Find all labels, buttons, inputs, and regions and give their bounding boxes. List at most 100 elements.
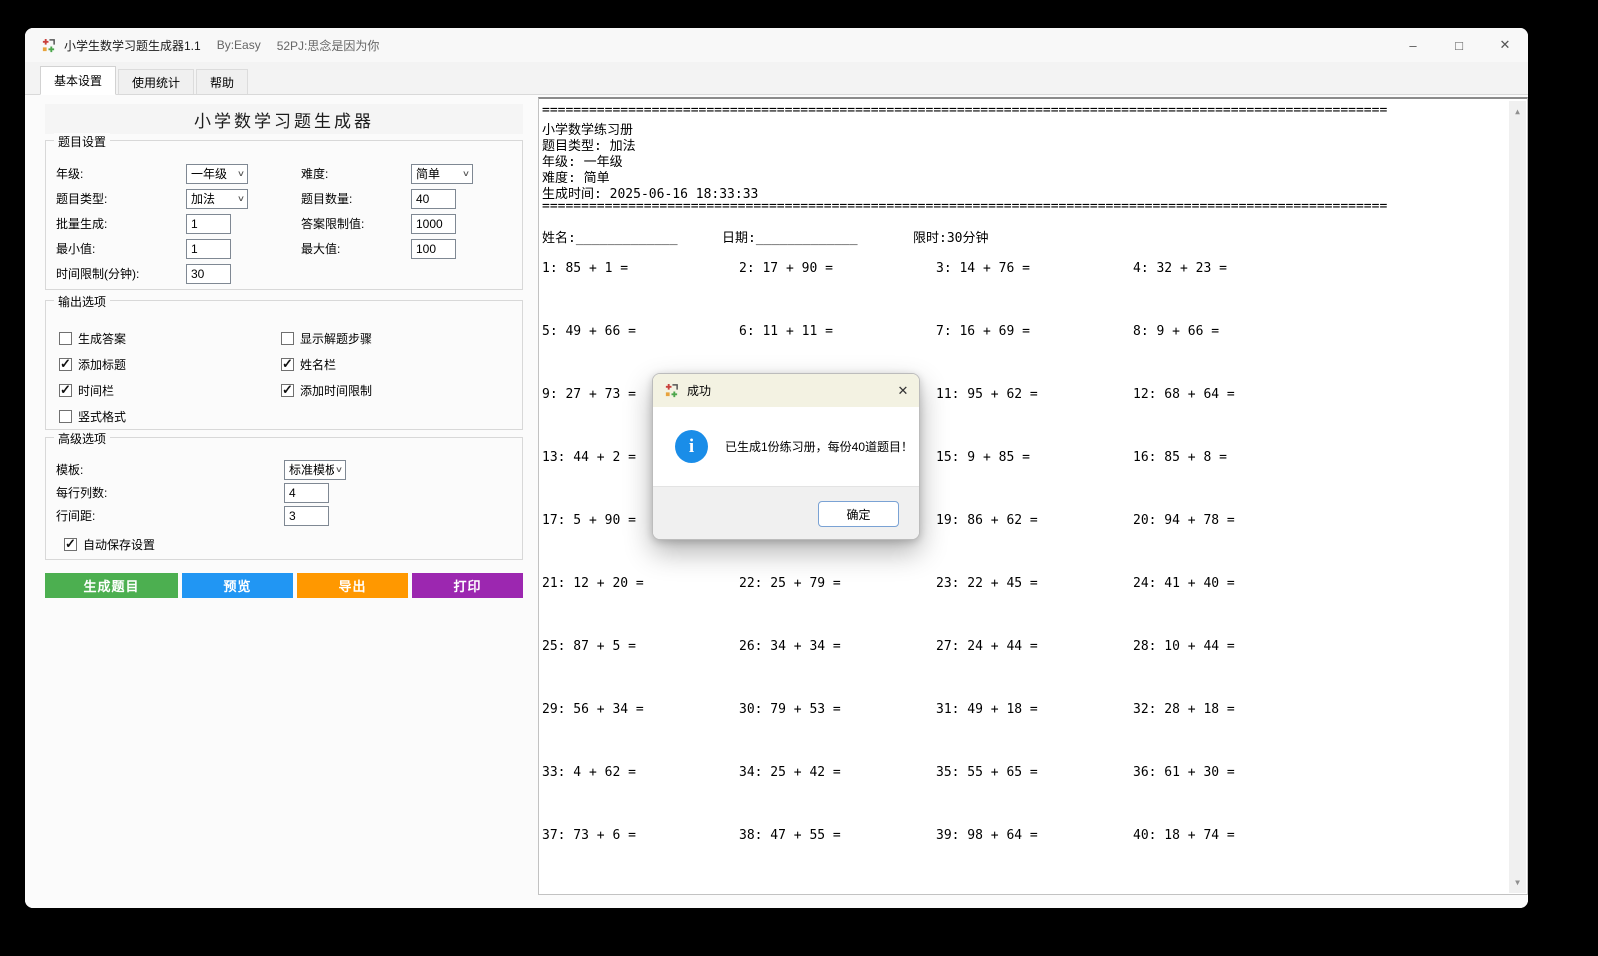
question-item: 32: 28 + 18 = <box>1133 702 1330 765</box>
question-item: 11: 95 + 62 = <box>936 387 1133 450</box>
columns-per-row-label: 每行列数: <box>56 484 284 501</box>
window-controls: – □ ✕ <box>1390 28 1528 62</box>
checkbox-show-steps-label: 显示解题步骤 <box>300 330 372 347</box>
tab-help[interactable]: 帮助 <box>196 69 248 94</box>
window-byline: By:Easy <box>217 38 261 52</box>
checkbox-add-title[interactable] <box>59 358 72 371</box>
worksheet-name-row: 姓名:_____________ 日期:_____________ 限时:30分… <box>542 227 1506 245</box>
dialog-body: i 已生成1份练习册，每份40道题目！ <box>653 407 919 486</box>
grade-select-value: 一年级 <box>191 165 236 182</box>
checkbox-add-time-limit[interactable] <box>281 384 294 397</box>
batch-input[interactable] <box>186 214 231 234</box>
checkbox-add-title-label: 添加标题 <box>78 356 126 373</box>
time-limit-text: 限时:30分钟 <box>913 227 988 245</box>
question-grid: 1: 85 + 1 = 2: 17 + 90 = 3: 14 + 76 = 4:… <box>542 261 1506 891</box>
name-blank-field: 姓名:_____________ <box>542 227 722 245</box>
dialog-message: 已生成1份练习册，每份40道题目！ <box>725 438 913 455</box>
action-buttons: 生成题目 预览 导出 打印 <box>45 573 523 598</box>
min-value-label: 最小值: <box>56 240 186 257</box>
preview-button[interactable]: 预览 <box>182 573 293 598</box>
question-item: 26: 34 + 34 = <box>739 639 936 702</box>
checkbox-show-steps[interactable] <box>281 332 294 345</box>
scrollbar-up-icon[interactable]: ▲ <box>1509 103 1526 120</box>
separator-line: ========================================… <box>542 199 1506 215</box>
settings-panel: 小学数学习题生成器 题目设置 年级: 一年级 ∨ 难度: 简单 ∨ <box>45 104 523 598</box>
checkbox-vertical-format[interactable] <box>59 410 72 423</box>
template-select-value: 标准模板 <box>289 461 334 478</box>
question-item: 27: 24 + 44 = <box>936 639 1133 702</box>
tab-usage-stats[interactable]: 使用统计 <box>118 69 194 94</box>
checkbox-time-column[interactable] <box>59 384 72 397</box>
answer-limit-input[interactable] <box>411 214 456 234</box>
minimize-button[interactable]: – <box>1390 28 1436 62</box>
panel-title: 小学数学习题生成器 <box>45 104 523 134</box>
app-icon <box>664 383 679 398</box>
chevron-down-icon: ∨ <box>335 465 343 474</box>
group-output-options: 输出选项 生成答案 显示解题步骤 添加标题 <box>45 300 523 430</box>
checkbox-time-column-label: 时间栏 <box>78 382 114 399</box>
separator-line: ========================================… <box>542 103 1506 119</box>
scrollbar-down-icon[interactable]: ▼ <box>1509 874 1526 891</box>
question-item: 31: 49 + 18 = <box>936 702 1133 765</box>
difficulty-select[interactable]: 简单 ∨ <box>411 164 473 184</box>
checkbox-generate-answers[interactable] <box>59 332 72 345</box>
question-item: 22: 25 + 79 = <box>739 576 936 639</box>
question-item: 23: 22 + 45 = <box>936 576 1133 639</box>
chevron-down-icon: ∨ <box>237 169 245 178</box>
info-icon: i <box>675 430 708 463</box>
checkbox-autosave[interactable] <box>64 538 77 551</box>
window-credit: 52PJ:思念是因为你 <box>277 37 380 54</box>
worksheet-grade: 年级: 一年级 <box>542 151 1506 167</box>
chevron-down-icon: ∨ <box>237 194 245 203</box>
vertical-scrollbar[interactable]: ▲ ▼ <box>1509 101 1526 893</box>
print-button[interactable]: 打印 <box>412 573 523 598</box>
worksheet-title: 小学数学练习册 <box>542 119 1506 135</box>
app-icon <box>41 38 56 53</box>
close-icon: ✕ <box>898 383 909 399</box>
time-limit-input[interactable] <box>186 264 231 284</box>
generate-button[interactable]: 生成题目 <box>45 573 178 598</box>
question-item: 29: 56 + 34 = <box>542 702 739 765</box>
question-item: 2: 17 + 90 = <box>739 261 936 324</box>
worksheet-type: 题目类型: 加法 <box>542 135 1506 151</box>
count-input[interactable] <box>411 189 456 209</box>
question-item: 28: 10 + 44 = <box>1133 639 1330 702</box>
ok-button[interactable]: 确定 <box>818 501 899 527</box>
type-select[interactable]: 加法 ∨ <box>186 189 248 209</box>
min-value-input[interactable] <box>186 239 231 259</box>
question-item: 39: 98 + 64 = <box>936 828 1133 891</box>
max-value-input[interactable] <box>411 239 456 259</box>
dialog-close-button[interactable]: ✕ <box>887 374 919 407</box>
columns-per-row-input[interactable] <box>284 483 329 503</box>
question-item: 34: 25 + 42 = <box>739 765 936 828</box>
batch-label: 批量生成: <box>56 215 186 232</box>
checkbox-add-time-limit-label: 添加时间限制 <box>300 382 372 399</box>
export-button[interactable]: 导出 <box>297 573 408 598</box>
row-spacing-input[interactable] <box>284 506 329 526</box>
question-item: 25: 87 + 5 = <box>542 639 739 702</box>
checkbox-autosave-label: 自动保存设置 <box>83 536 155 553</box>
dialog-title: 成功 <box>687 382 711 399</box>
maximize-button[interactable]: □ <box>1436 28 1482 62</box>
type-label: 题目类型: <box>56 190 186 207</box>
window-title: 小学生数学习题生成器1.1 <box>64 37 201 54</box>
checkbox-name-column[interactable] <box>281 358 294 371</box>
template-label: 模板: <box>56 461 284 478</box>
type-select-value: 加法 <box>191 190 236 207</box>
worksheet-generated-time: 生成时间: 2025-06-16 18:33:33 <box>542 183 1506 199</box>
group-question-settings-label: 题目设置 <box>54 133 110 150</box>
grade-select[interactable]: 一年级 ∨ <box>186 164 248 184</box>
checkbox-generate-answers-label: 生成答案 <box>78 330 126 347</box>
title-bar: 小学生数学习题生成器1.1 By:Easy 52PJ:思念是因为你 – □ ✕ <box>25 28 1528 62</box>
max-value-label: 最大值: <box>301 240 411 257</box>
question-item: 19: 86 + 62 = <box>936 513 1133 576</box>
tab-basic-settings[interactable]: 基本设置 <box>40 66 116 95</box>
close-button[interactable]: ✕ <box>1482 28 1528 62</box>
success-dialog: 成功 ✕ i 已生成1份练习册，每份40道题目！ 确定 <box>652 373 920 540</box>
checkbox-vertical-format-label: 竖式格式 <box>78 408 126 425</box>
worksheet-difficulty: 难度: 简单 <box>542 167 1506 183</box>
question-item: 1: 85 + 1 = <box>542 261 739 324</box>
template-select[interactable]: 标准模板 ∨ <box>284 460 346 480</box>
maximize-icon: □ <box>1455 38 1463 53</box>
question-item: 16: 85 + 8 = <box>1133 450 1330 513</box>
